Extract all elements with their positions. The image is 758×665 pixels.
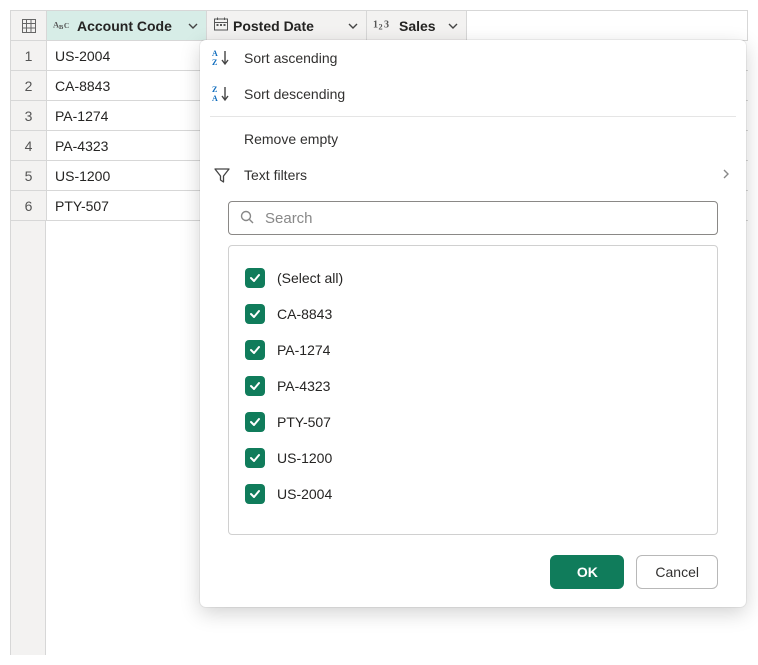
sort-descending-item[interactable]: Z A Sort descending <box>200 76 746 112</box>
funnel-icon <box>210 166 234 184</box>
column-header-posted-date[interactable]: Posted Date <box>207 11 367 40</box>
filter-value-item[interactable]: US-1200 <box>245 440 701 476</box>
checkbox-checked-icon[interactable] <box>245 304 265 324</box>
filter-value-label: (Select all) <box>277 270 343 286</box>
row-number[interactable]: 4 <box>11 131 47 160</box>
column-header-account-code[interactable]: A B C Account Code <box>47 11 207 40</box>
row-number[interactable]: 3 <box>11 101 47 130</box>
filter-value-label: US-1200 <box>277 450 332 466</box>
cancel-button[interactable]: Cancel <box>636 555 718 589</box>
filter-values-list: (Select all) CA-8843 PA-1274 PA-4323 PTY… <box>228 245 718 535</box>
svg-text:A: A <box>212 94 218 103</box>
svg-text:Z: Z <box>212 85 217 94</box>
filter-value-item[interactable]: CA-8843 <box>245 296 701 332</box>
button-label: OK <box>577 564 598 580</box>
filter-value-label: CA-8843 <box>277 306 332 322</box>
search-field-wrap <box>228 201 718 235</box>
column-header-label: Account Code <box>77 18 180 34</box>
search-input[interactable] <box>263 209 707 228</box>
remove-empty-item[interactable]: Remove empty <box>200 121 746 157</box>
filter-value-item[interactable]: PA-4323 <box>245 368 701 404</box>
column-filter-popup: A Z Sort ascending Z A Sort descending R… <box>200 40 746 607</box>
chevron-right-icon <box>720 167 732 183</box>
menu-separator <box>210 116 736 117</box>
filter-value-item[interactable]: PA-1274 <box>245 332 701 368</box>
text-type-icon: A B C <box>53 17 73 34</box>
select-all-corner[interactable] <box>11 11 47 40</box>
number-type-icon: 1 2 3 <box>373 17 395 34</box>
sort-ascending-item[interactable]: A Z Sort ascending <box>200 40 746 76</box>
sort-desc-icon: Z A <box>210 84 234 104</box>
menu-label: Text filters <box>244 167 710 183</box>
filter-value-item[interactable]: (Select all) <box>245 260 701 296</box>
svg-text:1: 1 <box>373 20 378 31</box>
filter-value-label: US-2004 <box>277 486 332 502</box>
sort-asc-icon: A Z <box>210 48 234 68</box>
cell-account-code[interactable]: CA-8843 <box>47 71 207 100</box>
cell-account-code[interactable]: PA-4323 <box>47 131 207 160</box>
text-filters-item[interactable]: Text filters <box>200 157 746 193</box>
checkbox-checked-icon[interactable] <box>245 412 265 432</box>
column-filter-dropdown-button[interactable] <box>444 17 462 35</box>
row-number[interactable]: 5 <box>11 161 47 190</box>
column-header-sales[interactable]: 1 2 3 Sales <box>367 11 467 40</box>
column-header-label: Posted Date <box>233 18 340 34</box>
svg-text:A: A <box>212 49 218 58</box>
header-blank <box>467 11 748 40</box>
svg-text:2: 2 <box>379 23 383 32</box>
svg-text:3: 3 <box>384 20 389 31</box>
column-filter-dropdown-button[interactable] <box>184 17 202 35</box>
cell-account-code[interactable]: PA-1274 <box>47 101 207 130</box>
filter-value-label: PTY-507 <box>277 414 331 430</box>
ok-button[interactable]: OK <box>550 555 624 589</box>
dialog-buttons: OK Cancel <box>228 555 718 589</box>
search-icon <box>239 209 255 228</box>
search-box[interactable] <box>228 201 718 235</box>
column-filter-dropdown-button[interactable] <box>344 17 362 35</box>
row-number[interactable]: 6 <box>11 191 47 220</box>
filter-value-label: PA-4323 <box>277 378 330 394</box>
menu-label: Sort descending <box>244 86 732 102</box>
checkbox-checked-icon[interactable] <box>245 268 265 288</box>
svg-text:C: C <box>64 21 69 30</box>
checkbox-checked-icon[interactable] <box>245 484 265 504</box>
filter-value-item[interactable]: PTY-507 <box>245 404 701 440</box>
column-header-row: A B C Account Code <box>11 11 748 41</box>
column-header-label: Sales <box>399 18 440 34</box>
filter-value-label: PA-1274 <box>277 342 330 358</box>
date-type-icon <box>213 17 229 34</box>
cell-account-code[interactable]: US-2004 <box>47 41 207 70</box>
row-number[interactable]: 2 <box>11 71 47 100</box>
filter-value-item[interactable]: US-2004 <box>245 476 701 512</box>
checkbox-checked-icon[interactable] <box>245 340 265 360</box>
menu-label: Remove empty <box>244 131 732 147</box>
button-label: Cancel <box>655 564 699 580</box>
row-number[interactable]: 1 <box>11 41 47 70</box>
cell-account-code[interactable]: PTY-507 <box>47 191 207 220</box>
cell-account-code[interactable]: US-1200 <box>47 161 207 190</box>
checkbox-checked-icon[interactable] <box>245 376 265 396</box>
menu-label: Sort ascending <box>244 50 732 66</box>
svg-text:Z: Z <box>212 58 217 67</box>
checkbox-checked-icon[interactable] <box>245 448 265 468</box>
